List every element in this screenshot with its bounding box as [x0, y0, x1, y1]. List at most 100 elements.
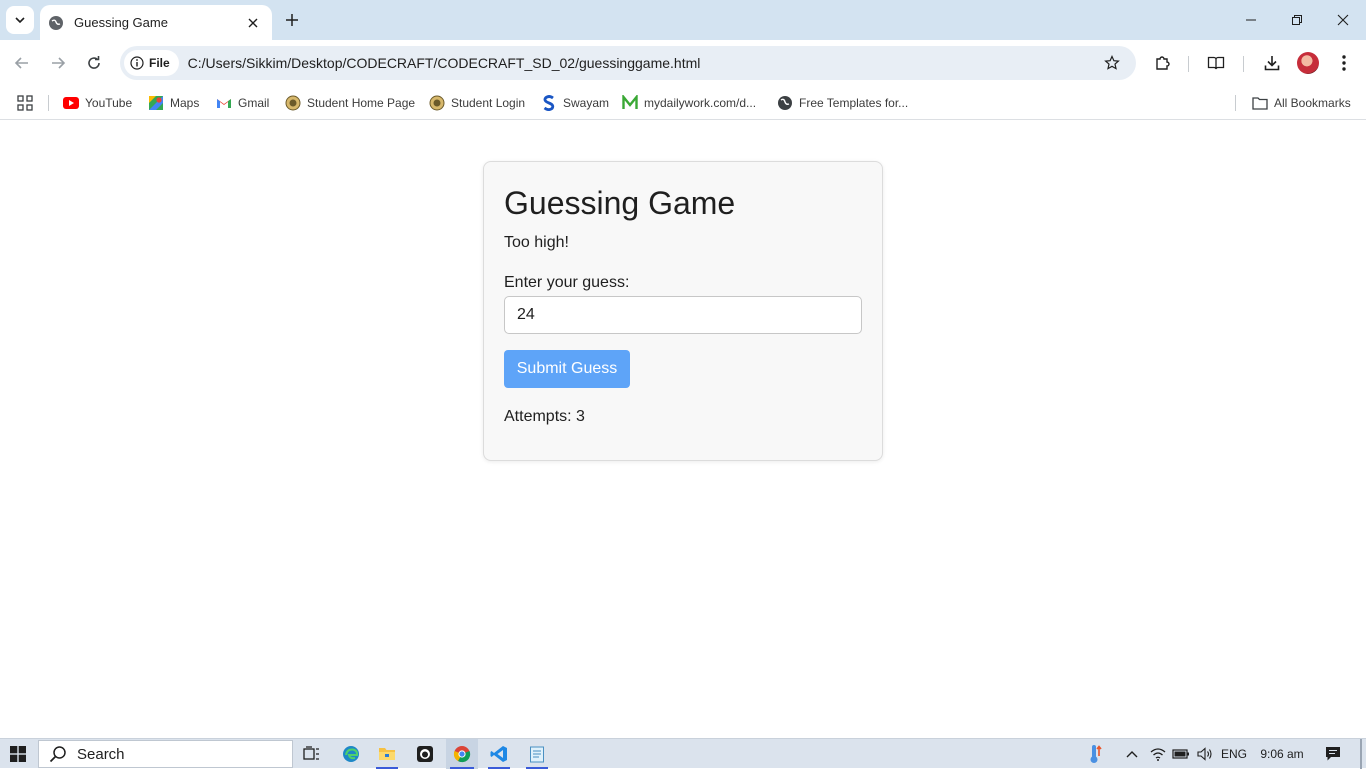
github-icon — [417, 746, 433, 762]
notepad-icon — [530, 746, 544, 763]
all-bookmarks-label: All Bookmarks — [1274, 96, 1351, 110]
bookmark-free-templates[interactable]: Free Templates for... — [777, 92, 908, 114]
maps-icon — [148, 95, 164, 111]
site-info-chip[interactable]: File — [124, 50, 179, 76]
battery-icon[interactable] — [1170, 739, 1192, 769]
notifications-button[interactable] — [1320, 739, 1346, 769]
bookmarks-divider — [48, 95, 49, 111]
mydailywork-icon — [622, 95, 638, 111]
bookmarks-bar: YouTube Maps Gmail Student Home Page Stu… — [0, 86, 1366, 120]
edge-icon — [343, 746, 359, 762]
bookmark-swayam[interactable]: Swayam — [541, 92, 609, 114]
profile-avatar[interactable] — [1297, 52, 1319, 74]
bookmark-label: mydailywork.com/d... — [644, 96, 757, 110]
bookmark-star-icon[interactable] — [1100, 51, 1124, 75]
bookmarks-divider — [1235, 95, 1236, 111]
restore-button[interactable] — [1274, 0, 1320, 40]
taskbar-file-explorer[interactable] — [372, 739, 402, 769]
reading-mode-button[interactable] — [1204, 51, 1228, 75]
new-tab-button[interactable] — [282, 10, 302, 30]
toolbar-divider — [1243, 56, 1244, 72]
close-icon — [1337, 14, 1349, 26]
swayam-icon — [541, 95, 557, 111]
taskbar-vscode[interactable] — [484, 739, 514, 769]
chevron-up-icon — [1126, 751, 1138, 758]
bookmark-mydailywork[interactable]: mydailywork.com/d... — [622, 92, 756, 114]
youtube-icon — [63, 95, 79, 111]
start-button[interactable] — [6, 739, 30, 769]
show-desktop-button[interactable] — [1360, 739, 1362, 769]
close-tab-icon[interactable] — [244, 14, 262, 32]
notification-icon — [1326, 747, 1340, 761]
show-hidden-icons-button[interactable] — [1122, 739, 1142, 769]
windows-logo-icon — [10, 746, 26, 762]
task-view-icon — [303, 746, 319, 760]
chrome-icon — [453, 746, 471, 763]
taskbar-github-desktop[interactable] — [410, 739, 440, 769]
volume-icon[interactable] — [1194, 739, 1216, 769]
tab-search-button[interactable] — [6, 6, 34, 34]
puzzle-icon — [1156, 56, 1170, 70]
address-bar[interactable]: File C:/Users/Sikkim/Desktop/CODECRAFT/C… — [120, 46, 1136, 80]
guess-input-value: 24 — [517, 306, 535, 323]
info-icon — [130, 56, 144, 70]
back-arrow-icon — [14, 57, 28, 69]
book-icon — [1207, 56, 1225, 70]
bookmark-gmail[interactable]: Gmail — [216, 92, 269, 114]
apps-button[interactable] — [17, 92, 33, 114]
folder-icon — [1252, 95, 1268, 111]
url-text[interactable]: C:/Users/Sikkim/Desktop/CODECRAFT/CODECR… — [188, 55, 1100, 71]
search-icon — [49, 746, 66, 763]
minimize-button[interactable] — [1228, 0, 1274, 40]
restore-icon — [1292, 15, 1302, 25]
attempts-counter: Attempts: 3 — [504, 408, 585, 425]
seal-icon — [429, 95, 445, 111]
language-indicator[interactable]: ENG — [1220, 739, 1248, 769]
site-info-label: File — [149, 56, 170, 70]
page-title: Guessing Game — [504, 185, 736, 221]
bookmark-label: Free Templates for... — [799, 96, 909, 110]
thermometer-icon — [1090, 745, 1102, 763]
toolbar-divider — [1188, 56, 1189, 72]
taskbar-search-box[interactable]: Search — [38, 740, 293, 768]
clock[interactable]: 9:06 am — [1256, 739, 1308, 769]
guess-input[interactable]: 24 — [504, 296, 862, 334]
browser-toolbar: File C:/Users/Sikkim/Desktop/CODECRAFT/C… — [0, 40, 1366, 86]
downloads-button[interactable] — [1260, 51, 1284, 75]
bookmark-maps[interactable]: Maps — [148, 92, 199, 114]
guess-input-label: Enter your guess: — [504, 274, 630, 291]
close-window-button[interactable] — [1320, 0, 1366, 40]
back-button[interactable] — [10, 51, 34, 75]
all-bookmarks-button[interactable]: All Bookmarks — [1252, 92, 1351, 114]
bookmark-label: Gmail — [238, 96, 270, 110]
folder-icon — [379, 748, 395, 760]
bookmark-label: Maps — [170, 96, 200, 110]
taskbar-chrome[interactable] — [446, 739, 478, 769]
clock-time: 9:06 am — [1260, 747, 1304, 761]
submit-guess-button[interactable]: Submit Guess — [504, 350, 630, 388]
tab-title: Guessing Game — [74, 15, 168, 30]
reload-icon — [88, 56, 100, 69]
minimize-icon — [1246, 19, 1256, 21]
bookmark-youtube[interactable]: YouTube — [63, 92, 132, 114]
bookmark-student-home-page[interactable]: Student Home Page — [285, 92, 415, 114]
game-card: Guessing Game Too high! Enter your guess… — [483, 161, 883, 461]
bookmark-student-login[interactable]: Student Login — [429, 92, 525, 114]
tab-strip: Guessing Game — [0, 0, 1366, 40]
forward-arrow-icon — [52, 57, 66, 69]
tab-guessing-game[interactable]: Guessing Game — [40, 5, 272, 40]
forward-button[interactable] — [46, 51, 70, 75]
menu-button[interactable] — [1332, 51, 1356, 75]
taskbar-notepad[interactable] — [522, 739, 552, 769]
extensions-button[interactable] — [1151, 51, 1175, 75]
apps-grid-icon — [17, 95, 33, 111]
reload-button[interactable] — [82, 51, 106, 75]
bookmark-label: Student Home Page — [307, 96, 416, 110]
gmail-icon — [216, 95, 232, 111]
task-view-button[interactable] — [298, 739, 326, 769]
weather-widget[interactable] — [1084, 739, 1108, 769]
download-icon — [1264, 56, 1280, 71]
network-icon[interactable] — [1148, 739, 1168, 769]
windows-taskbar: Search ENG 9:06 am — [0, 738, 1366, 769]
taskbar-edge[interactable] — [336, 739, 366, 769]
